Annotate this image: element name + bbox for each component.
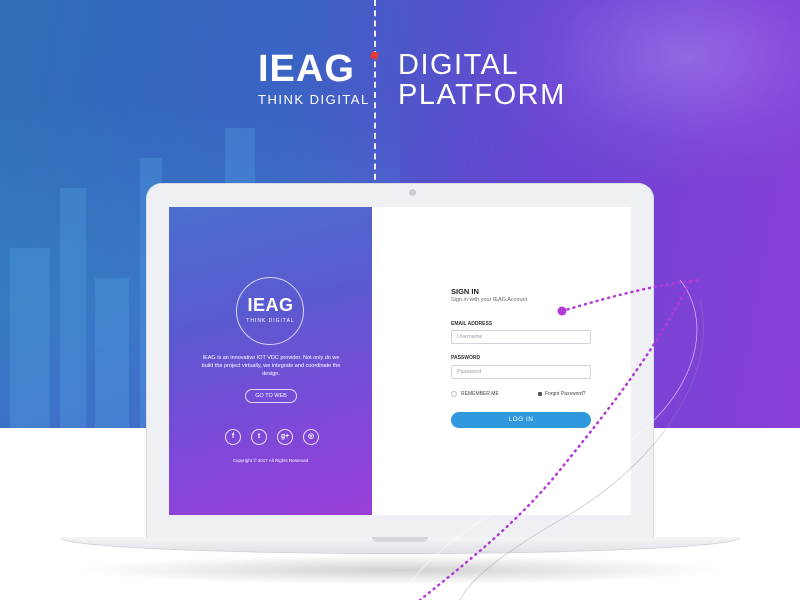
laptop-camera: [409, 189, 416, 196]
sign-in-subtitle: Sign in with your IEAG Account: [451, 297, 528, 303]
go-to-web-button[interactable]: GO TO WEB: [245, 389, 297, 403]
log-in-button[interactable]: LOG IN: [451, 412, 591, 428]
brand-panel: IEAG THINK DIGITAL IEAG is an innovative…: [169, 207, 372, 515]
email-field[interactable]: [451, 330, 591, 344]
facebook-icon[interactable]: f: [225, 429, 241, 445]
google-plus-icon[interactable]: g+: [277, 429, 293, 445]
headline-line-2: PLATFORM: [398, 79, 566, 111]
social-links: f t g+ ◎: [225, 429, 319, 445]
panel-description: IEAG is an innovative IOT VDC provider. …: [201, 355, 341, 377]
lock-icon: [538, 392, 542, 396]
remember-me-label: REMEMBER ME: [461, 391, 499, 397]
vertical-divider: [374, 0, 376, 190]
login-panel: SIGN IN Sign in with your IEAG Account E…: [372, 207, 631, 515]
instagram-icon[interactable]: ◎: [303, 429, 319, 445]
sign-in-title: SIGN IN: [451, 287, 479, 296]
panel-logo-text: IEAG: [247, 295, 294, 315]
password-field[interactable]: [451, 365, 591, 379]
hero-logo-text: IEAG: [258, 50, 379, 88]
forgot-password-link[interactable]: Forgot Password?: [538, 391, 586, 397]
hero-headline: DIGITAL PLATFORM: [398, 50, 566, 110]
hero-logo: IEAG THINK DIGITAL: [258, 50, 379, 107]
email-label: EMAIL ADDRESS: [451, 321, 493, 327]
remember-me-checkbox[interactable]: [451, 391, 457, 397]
twitter-icon[interactable]: t: [251, 429, 267, 445]
remember-me[interactable]: REMEMBER ME: [451, 391, 499, 397]
laptop-screen: IEAG THINK DIGITAL IEAG is an innovative…: [169, 207, 631, 515]
laptop-notch: [372, 537, 428, 542]
laptop-shadow: [70, 555, 730, 585]
forgot-password-label: Forgot Password?: [545, 391, 586, 397]
hero-logo-tagline: THINK DIGITAL: [258, 92, 370, 107]
panel-logo-tagline: THINK DIGITAL: [246, 318, 295, 324]
headline-line-1: DIGITAL: [398, 49, 520, 81]
password-label: PASSWORD: [451, 355, 481, 361]
copyright-text: Copyright © 2017 All Rights Reserved: [232, 458, 309, 463]
